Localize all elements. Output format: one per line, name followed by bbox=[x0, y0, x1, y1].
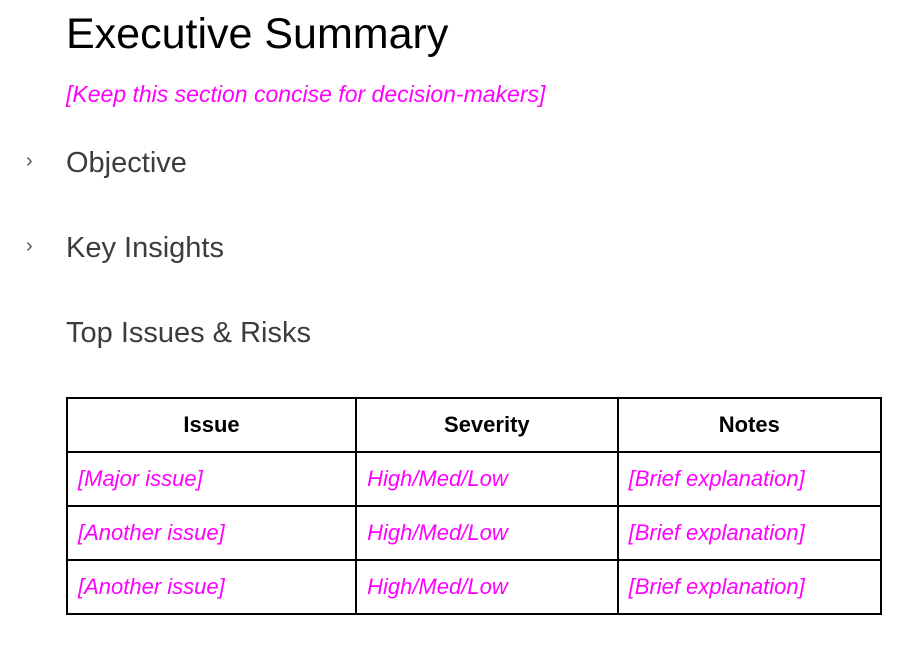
cell-issue[interactable]: [Another issue] bbox=[65, 505, 358, 561]
table-row: [Another issue] High/Med/Low [Brief expl… bbox=[65, 559, 883, 615]
heading-objective[interactable]: Objective bbox=[66, 147, 187, 180]
heading-top-issues: Top Issues & Risks bbox=[66, 317, 311, 349]
header-issue: Issue bbox=[65, 397, 358, 453]
cell-severity[interactable]: High/Med/Low bbox=[355, 505, 619, 561]
cell-issue[interactable]: [Major issue] bbox=[65, 451, 358, 507]
issues-table: Issue Severity Notes [Major issue] High/… bbox=[65, 397, 883, 615]
cell-notes[interactable]: [Brief explanation] bbox=[616, 505, 883, 561]
table-header-row: Issue Severity Notes bbox=[65, 397, 883, 453]
header-notes: Notes bbox=[616, 397, 883, 453]
cell-severity[interactable]: High/Med/Low bbox=[355, 559, 619, 615]
section-hint: [Keep this section concise for decision-… bbox=[66, 81, 546, 107]
cell-issue[interactable]: [Another issue] bbox=[65, 559, 358, 615]
table-row: [Major issue] High/Med/Low [Brief explan… bbox=[65, 451, 883, 507]
chevron-right-icon[interactable]: › bbox=[26, 235, 33, 258]
table-row: [Another issue] High/Med/Low [Brief expl… bbox=[65, 505, 883, 561]
cell-severity[interactable]: High/Med/Low bbox=[355, 451, 619, 507]
cell-notes[interactable]: [Brief explanation] bbox=[616, 559, 883, 615]
header-severity: Severity bbox=[355, 397, 619, 453]
heading-key-insights[interactable]: Key Insights bbox=[66, 232, 224, 265]
chevron-right-icon[interactable]: › bbox=[26, 150, 33, 173]
page-title: Executive Summary bbox=[66, 10, 449, 58]
cell-notes[interactable]: [Brief explanation] bbox=[616, 451, 883, 507]
